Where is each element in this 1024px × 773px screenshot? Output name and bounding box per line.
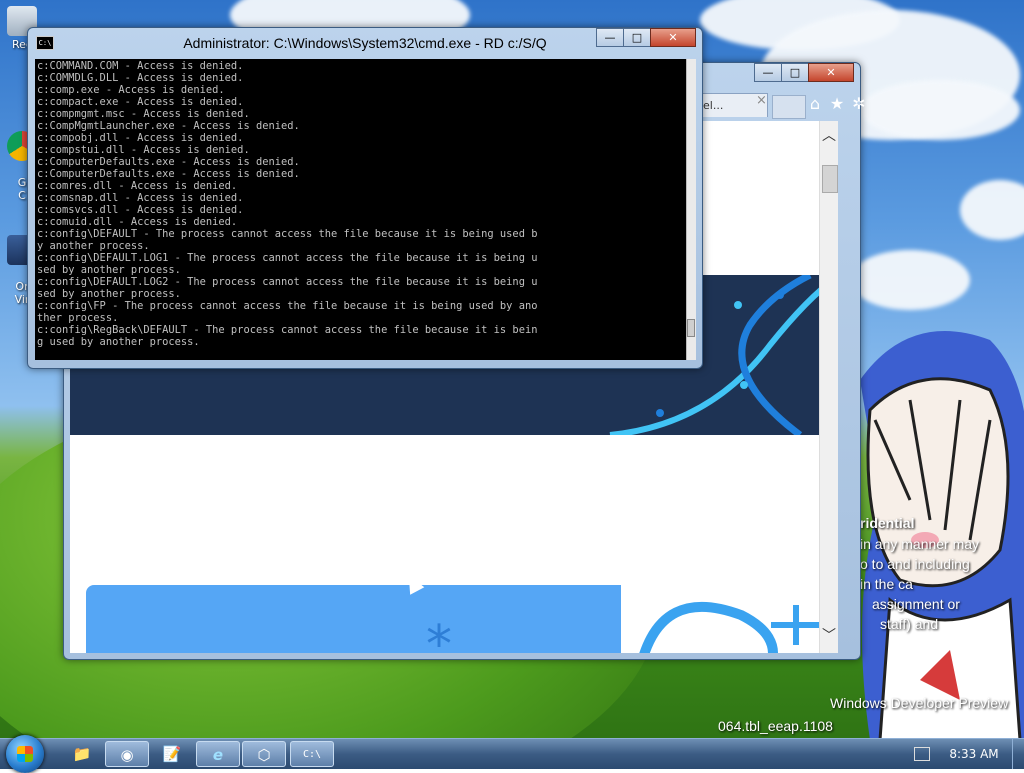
asterisk-icon: * bbox=[426, 615, 452, 653]
cmd-scrollbar-thumb[interactable] bbox=[687, 319, 695, 337]
promo-illustration-graphic bbox=[639, 601, 821, 653]
cmd-close-button[interactable]: ✕ bbox=[650, 28, 696, 47]
virtualbox-taskbar-button[interactable]: ⬡ bbox=[242, 741, 286, 767]
build-watermark-id: 064.tbl_eeap.1108 bbox=[718, 718, 833, 734]
cmd-minimize-button[interactable]: — bbox=[596, 28, 624, 47]
start-button[interactable] bbox=[6, 735, 44, 773]
scrollbar-thumb[interactable] bbox=[822, 165, 838, 193]
cmd-vertical-scrollbar[interactable] bbox=[686, 59, 696, 360]
browser-toolbar: el... × ⌂ ★ ✲ bbox=[698, 91, 866, 119]
cmd-maximize-button[interactable]: □ bbox=[623, 28, 651, 47]
scroll-up-icon[interactable]: ︿ bbox=[820, 125, 838, 145]
cloud bbox=[960, 180, 1024, 240]
new-tab-button[interactable] bbox=[772, 95, 806, 119]
promo-panel: * bbox=[86, 585, 621, 653]
chrome-taskbar-button[interactable]: ◉ bbox=[105, 741, 149, 767]
star-icon[interactable]: ★ bbox=[828, 95, 846, 113]
browser-vertical-scrollbar[interactable]: ︿ ﹀ bbox=[819, 121, 838, 653]
watermark-title: ridential bbox=[860, 515, 915, 531]
desktop-icon-label: G C bbox=[17, 176, 27, 202]
home-icon[interactable]: ⌂ bbox=[806, 95, 824, 113]
watermark-line: o to and including bbox=[860, 556, 970, 572]
gear-icon[interactable]: ✲ bbox=[850, 95, 868, 113]
browser-close-button[interactable]: ✕ bbox=[808, 63, 854, 82]
browser-minimize-button[interactable]: — bbox=[754, 63, 782, 82]
browser-title-buttons: — □ ✕ bbox=[754, 63, 854, 82]
browser-maximize-button[interactable]: □ bbox=[781, 63, 809, 82]
browser-tab-label: el... bbox=[703, 99, 724, 112]
cmd-title-buttons: — □ ✕ bbox=[596, 28, 696, 47]
cloud bbox=[860, 80, 1020, 140]
notepad-taskbar-button[interactable]: 📝 bbox=[150, 741, 194, 767]
watermark-line: assignment or bbox=[872, 596, 960, 612]
console-text: c:COMMAND.COM - Access is denied. c:COMM… bbox=[37, 60, 538, 348]
explorer-taskbar-button[interactable]: 📁 bbox=[60, 741, 104, 767]
taskbar-clock[interactable]: 8:33 AM bbox=[944, 739, 1004, 769]
console-output[interactable]: c:COMMAND.COM - Access is denied. c:COMM… bbox=[35, 59, 686, 360]
ie-taskbar-button[interactable]: e bbox=[196, 741, 240, 767]
taskbar: 📁 ◉ 📝 e ⬡ C:\ 8:33 AM bbox=[0, 735, 1024, 773]
network-icon[interactable] bbox=[914, 747, 930, 761]
cmd-taskbar-button[interactable]: C:\ bbox=[290, 741, 334, 767]
build-watermark-title: Windows Developer Preview bbox=[830, 695, 1009, 711]
watermark-line: in the ca bbox=[860, 576, 913, 592]
scroll-down-icon[interactable]: ﹀ bbox=[820, 625, 838, 645]
tab-close-icon[interactable]: × bbox=[756, 93, 767, 108]
promo-illustration bbox=[621, 585, 838, 653]
cmd-window[interactable]: C:\ Administrator: C:\Windows\System32\c… bbox=[27, 27, 703, 369]
watermark-line: in any manner may bbox=[860, 536, 980, 552]
show-desktop-button[interactable] bbox=[1012, 739, 1024, 769]
watermark-line: staff) and bbox=[880, 616, 939, 632]
